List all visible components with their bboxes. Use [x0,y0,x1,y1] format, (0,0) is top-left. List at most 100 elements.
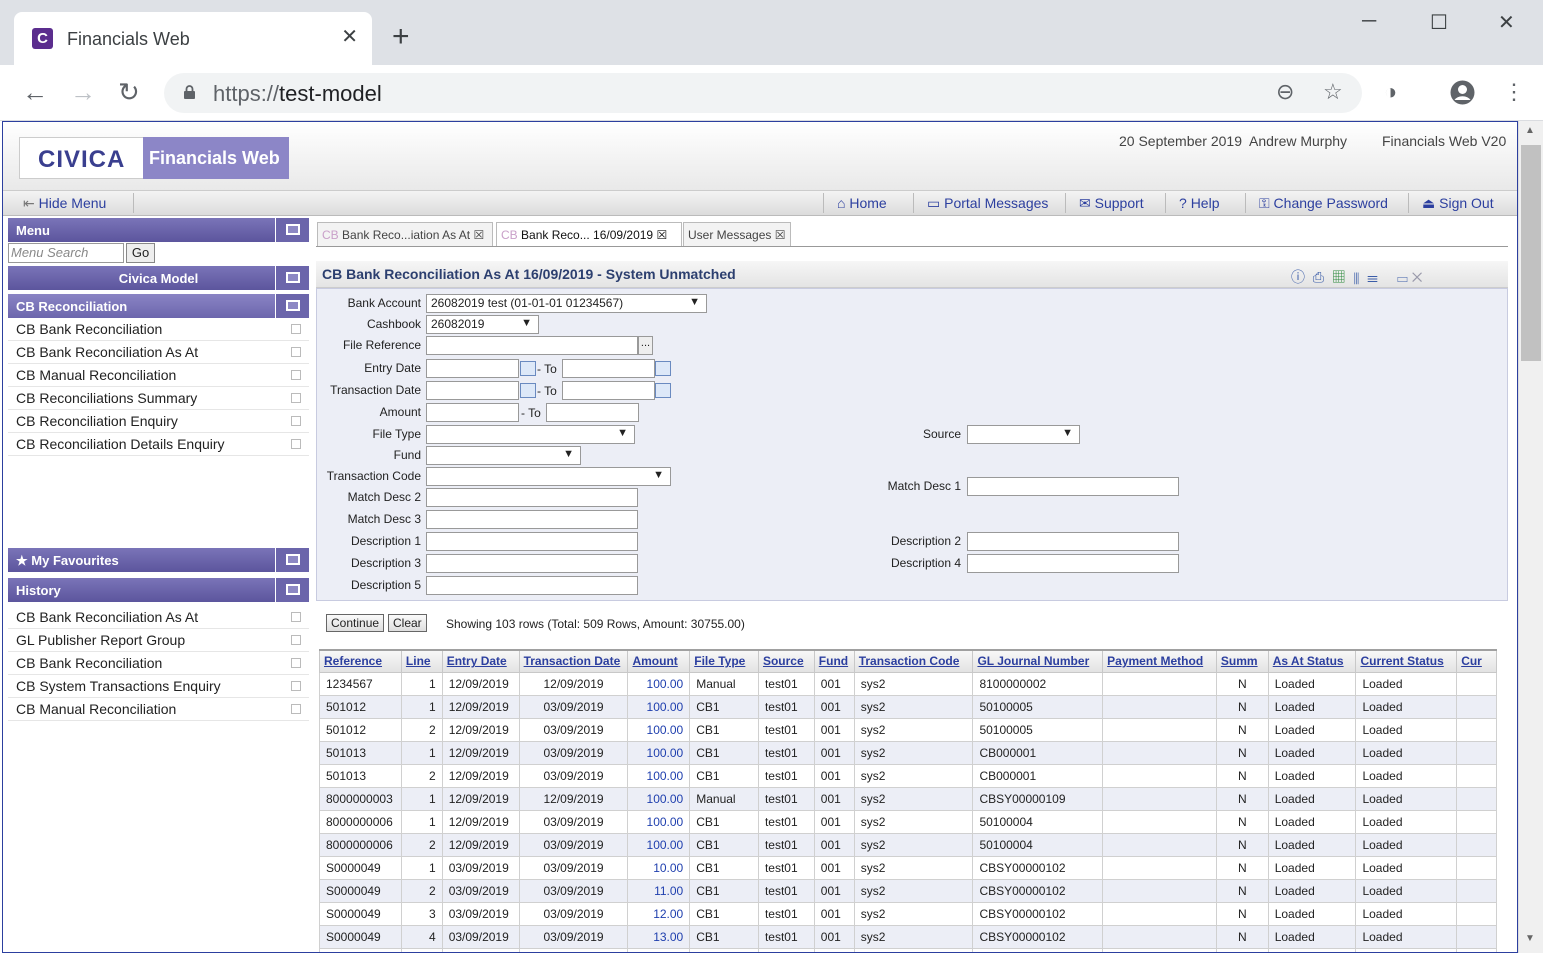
hide-menu-button[interactable]: ⇤ Hide Menu [23,195,106,212]
amount-to-input[interactable] [546,403,639,422]
column-header-transaction-date[interactable]: Transaction Date [518,649,629,673]
forward-icon[interactable]: → [70,77,96,107]
calendar-icon[interactable] [655,361,671,376]
back-icon[interactable]: ← [22,77,48,107]
column-header-file-type[interactable]: File Type [689,649,759,673]
home-link[interactable]: ⌂ Home [837,195,887,211]
menu-kebab-icon[interactable]: ⋮ [1503,79,1525,105]
tab-close-icon[interactable]: ☒ [775,228,786,242]
open-link-icon[interactable] [291,704,301,714]
menu-group-header[interactable]: Civica Model [8,266,309,290]
open-link-icon[interactable] [291,393,301,403]
column-header-reference[interactable]: Reference [319,649,402,673]
scrollbar-thumb[interactable] [1521,145,1541,361]
open-link-icon[interactable] [291,439,301,449]
menu-collapse-icon[interactable] [275,218,309,242]
table-row[interactable]: 1234567 1 12/09/2019 12/09/2019 100.00 Manual… [319,671,1497,696]
tab-close-icon[interactable]: ✕ [341,26,358,48]
table-row[interactable] [319,947,1497,952]
menu-item-cb-manual-reconciliation[interactable]: CB Manual Reconciliation [8,364,309,387]
scroll-up-icon[interactable]: ▲ [1525,125,1535,136]
entry-date-from-input[interactable] [426,359,519,378]
continue-button[interactable]: Continue [326,614,385,632]
reload-icon[interactable]: ↻ [118,77,140,107]
menu-search-input[interactable]: Menu Search [8,243,124,263]
sign-out-link[interactable]: ⏏ Sign Out [1422,195,1494,212]
table-row[interactable]: S0000049 4 03/09/2019 03/09/2019 13.00 CB1 tes… [319,924,1497,949]
help-icon[interactable]: ⓘ [1291,269,1305,285]
column-header-entry-date[interactable]: Entry Date [441,649,520,673]
scroll-down-icon[interactable]: ▼ [1525,933,1535,944]
url-field[interactable]: https://test-model ⊖ ☆ [164,73,1362,113]
zoom-icon[interactable]: ⊖ [1276,79,1294,105]
menu-item-cb-reconciliation-details-enquiry[interactable]: CB Reconciliation Details Enquiry [8,433,309,456]
description-5-input[interactable] [426,576,638,595]
column-header-source[interactable]: Source [757,649,815,673]
column-header-summ[interactable]: Summ [1215,649,1269,673]
description-1-input[interactable] [426,532,638,551]
minimize-icon[interactable]: ─ [1362,10,1376,33]
tab-bank-reconciliation-as-at[interactable]: CB Bank Reco...iation As At ☒ [317,222,493,246]
match-desc-2-input[interactable] [426,488,638,507]
history-toggle-icon[interactable] [275,578,309,602]
menu-item-cb-reconciliation-enquiry[interactable]: CB Reconciliation Enquiry [8,410,309,433]
support-link[interactable]: ✉ Support [1079,195,1144,212]
maximize-icon[interactable]: ☐ [1430,10,1448,35]
column-header-gl-journal-number[interactable]: GL Journal Number [972,649,1104,673]
close-window-icon[interactable]: ✕ [1498,10,1515,35]
history-item[interactable]: GL Publisher Report Group [8,629,309,652]
source-select[interactable]: ▼ [967,425,1080,444]
page-scrollbar[interactable]: ▲ ▼ [1518,121,1543,953]
file-reference-lookup-button[interactable]: ... [638,336,653,355]
entry-date-to-input[interactable] [562,359,655,378]
portal-messages-link[interactable]: ▭ Portal Messages [927,195,1048,212]
open-link-icon[interactable] [291,370,301,380]
favourites-header[interactable]: ★ My Favourites [8,548,309,572]
favourites-toggle-icon[interactable] [275,548,309,572]
open-link-icon[interactable] [291,416,301,426]
open-link-icon[interactable] [291,658,301,668]
table-row[interactable]: 501012 2 12/09/2019 03/09/2019 100.00 CB1 test… [319,717,1497,742]
menu-item-cb-reconciliations-summary[interactable]: CB Reconciliations Summary [8,387,309,410]
filter-toggle-icon[interactable]: ☰ [1367,269,1378,285]
cashbook-select[interactable]: 26082019 ▼ [426,315,539,334]
table-row[interactable]: 501012 1 12/09/2019 03/09/2019 100.00 CB1 test… [319,694,1497,719]
table-row[interactable]: S0000049 1 03/09/2019 03/09/2019 10.00 CB1 tes… [319,855,1497,880]
table-row[interactable]: 501013 1 12/09/2019 03/09/2019 100.00 CB1 test… [319,740,1497,765]
match-desc-1-input[interactable] [967,477,1179,496]
description-2-input[interactable] [967,532,1179,551]
bookmark-star-icon[interactable]: ☆ [1323,79,1343,105]
table-row[interactable]: 8000000003 1 12/09/2019 12/09/2019 100.00 Man… [319,786,1497,811]
group-toggle-icon[interactable] [275,266,309,290]
column-header-payment-method[interactable]: Payment Method [1102,649,1217,673]
calendar-icon[interactable] [520,383,536,398]
fund-select[interactable]: ▼ [426,446,581,465]
table-row[interactable]: 501013 2 12/09/2019 03/09/2019 100.00 CB1 test… [319,763,1497,788]
transaction-date-to-input[interactable] [562,381,655,400]
description-3-input[interactable] [426,554,638,573]
help-link[interactable]: ? Help [1179,195,1219,211]
amount-from-input[interactable] [426,403,519,422]
file-type-select[interactable]: ▼ [426,425,635,444]
tab-close-icon[interactable]: ☒ [473,228,484,242]
close-panel-icon[interactable]: ✕ [1412,269,1423,285]
bank-account-select[interactable]: 26082019 test (01-01-01 01234567) ▼ [426,294,707,313]
column-header-cur[interactable]: Cur [1456,649,1497,673]
table-row[interactable]: 8000000006 2 12/09/2019 03/09/2019 100.00 CB1… [319,832,1497,857]
extension-icon[interactable]: ◑ [1384,79,1397,105]
open-link-icon[interactable] [291,635,301,645]
column-header-as-at-status[interactable]: As At Status [1267,649,1357,673]
calendar-icon[interactable] [520,361,536,376]
history-item[interactable]: CB Bank Reconciliation [8,652,309,675]
window-icon[interactable]: ▭ [1397,269,1408,285]
profile-icon[interactable] [1450,80,1475,105]
table-row[interactable]: S0000049 3 03/09/2019 03/09/2019 12.00 CB1 tes… [319,901,1497,926]
column-header-line[interactable]: Line [400,649,443,673]
browser-tab[interactable]: C Financials Web ✕ [14,12,372,65]
go-button[interactable]: Go [126,243,155,263]
menu-item-cb-bank-reconciliation-as-at[interactable]: CB Bank Reconciliation As At [8,341,309,364]
table-row[interactable]: 8000000006 1 12/09/2019 03/09/2019 100.00 CB1… [319,809,1497,834]
column-header-amount[interactable]: Amount [627,649,691,673]
open-link-icon[interactable] [291,681,301,691]
history-item[interactable]: CB System Transactions Enquiry [8,675,309,698]
